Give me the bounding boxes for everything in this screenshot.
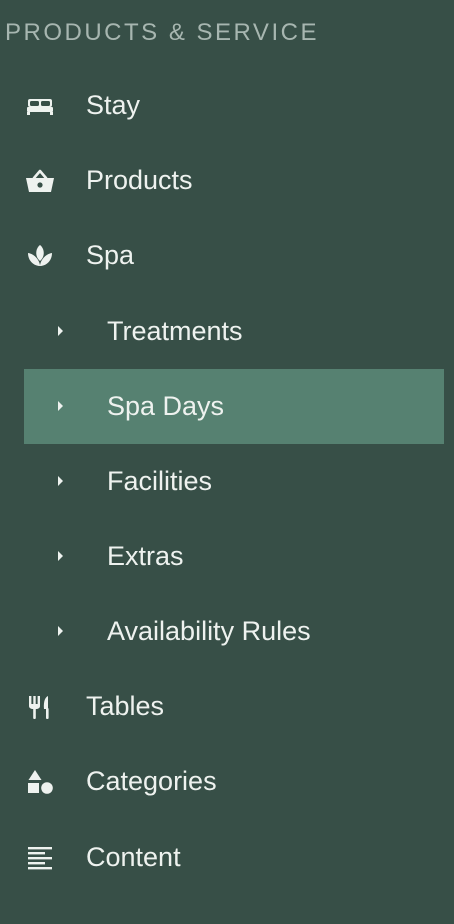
- nav-item-categories[interactable]: Categories: [24, 744, 444, 819]
- shapes-icon: [24, 766, 56, 798]
- nav-label-stay: Stay: [86, 90, 141, 120]
- nav-subitem-spa-days[interactable]: Spa Days: [24, 369, 444, 444]
- nav-item-tables[interactable]: Tables: [24, 669, 444, 744]
- section-title: PRODUCTS & SERVICE: [5, 19, 319, 46]
- nav-subitem-extras[interactable]: Extras: [24, 519, 444, 594]
- nav-label-categories: Categories: [86, 766, 217, 796]
- nav-item-stay[interactable]: Stay: [24, 68, 444, 143]
- text-lines-icon: [24, 842, 56, 874]
- bed-icon: [24, 90, 56, 122]
- nav-subitem-treatments[interactable]: Treatments: [24, 294, 444, 369]
- nav-subitem-availability-rules[interactable]: Availability Rules: [24, 594, 444, 669]
- caret-right-icon: [58, 326, 63, 336]
- nav-label-tables: Tables: [86, 691, 165, 721]
- nav-sublabel: Facilities: [107, 466, 213, 496]
- basket-icon: [24, 165, 56, 197]
- nav-label-products: Products: [86, 165, 193, 195]
- nav-label-content: Content: [86, 842, 181, 872]
- nav-item-spa[interactable]: Spa: [24, 218, 444, 293]
- nav-sublabel: Treatments: [107, 316, 243, 346]
- caret-right-icon: [58, 551, 63, 561]
- caret-right-icon: [58, 626, 63, 636]
- nav-sublabel: Extras: [107, 541, 184, 571]
- caret-right-icon: [58, 476, 63, 486]
- nav-sublabel: Spa Days: [107, 391, 225, 421]
- nav-sublabel: Availability Rules: [107, 616, 311, 646]
- caret-right-icon: [58, 401, 63, 411]
- nav-item-content[interactable]: Content: [24, 820, 444, 895]
- nav-subitem-facilities[interactable]: Facilities: [24, 444, 444, 519]
- lotus-icon: [24, 240, 56, 272]
- nav-item-products[interactable]: Products: [24, 143, 444, 218]
- nav-label-spa: Spa: [86, 240, 135, 270]
- utensils-icon: [24, 691, 56, 723]
